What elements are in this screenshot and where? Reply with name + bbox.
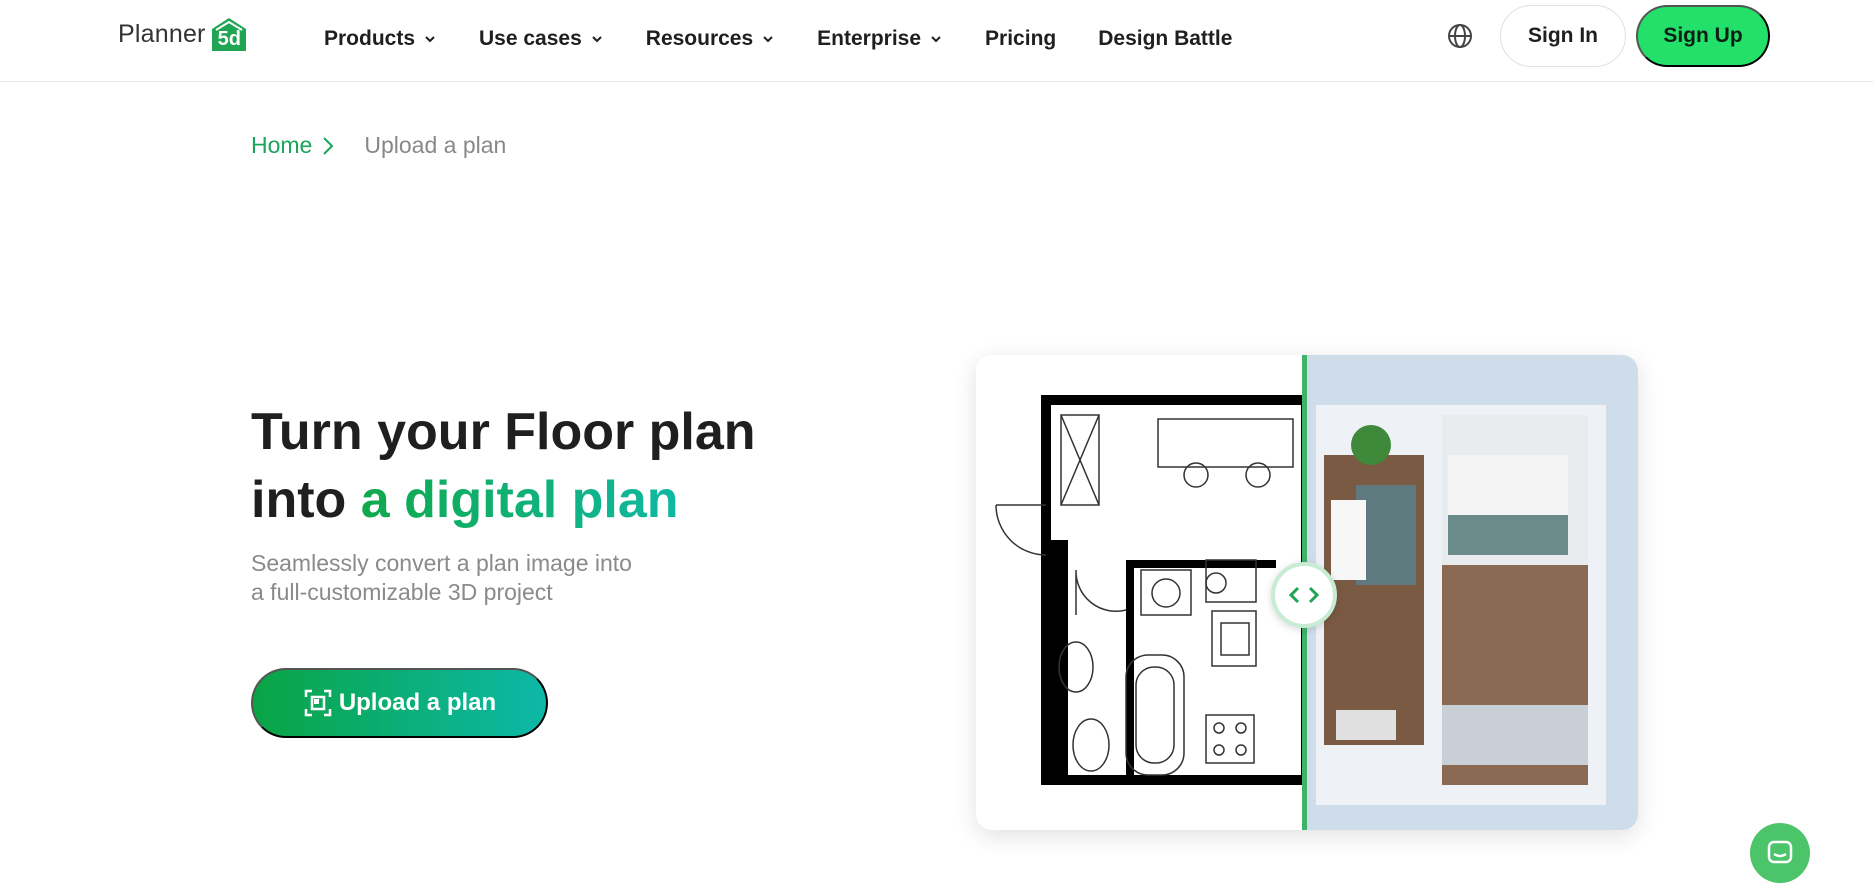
hero-title-prefix: into: [251, 471, 361, 529]
hero-title: Turn your Floor plan into a digital plan: [251, 398, 871, 534]
chevron-down-icon: [592, 36, 602, 43]
nav-design-battle-label: Design Battle: [1098, 27, 1233, 50]
breadcrumb-current: Upload a plan: [364, 132, 507, 158]
nav-enterprise[interactable]: Enterprise: [817, 27, 943, 51]
compare-slider-handle[interactable]: [1271, 562, 1337, 628]
nav-enterprise-label: Enterprise: [817, 27, 922, 50]
hero-subtitle-line1: Seamlessly convert a plan image into: [251, 550, 632, 576]
logo-house-icon: 5d: [210, 15, 248, 53]
logo-text: Planner: [118, 19, 206, 48]
chevron-down-icon: [425, 36, 435, 43]
chat-icon: [1767, 840, 1793, 864]
nav-products-label: Products: [324, 27, 416, 50]
hero-title-line1: Turn your Floor plan: [251, 403, 756, 461]
site-header: Planner 5d Products Use cases Resources …: [0, 0, 1873, 82]
nav-products[interactable]: Products: [324, 27, 437, 51]
main-nav: Products Use cases Resources Enterprise …: [324, 24, 1274, 54]
scan-upload-icon: [304, 689, 332, 717]
nav-use-cases-label: Use cases: [479, 27, 582, 50]
chevron-right-icon: [323, 136, 334, 155]
nav-pricing[interactable]: Pricing: [985, 27, 1056, 51]
upload-plan-label: Upload a plan: [338, 689, 497, 716]
chevron-down-icon: [763, 36, 773, 43]
nav-use-cases[interactable]: Use cases: [479, 27, 604, 51]
chevron-down-icon: [931, 36, 941, 43]
nav-design-battle[interactable]: Design Battle: [1098, 27, 1232, 51]
nav-pricing-label: Pricing: [985, 27, 1057, 50]
chat-support-button[interactable]: [1750, 823, 1810, 883]
planner5d-logo[interactable]: Planner 5d: [118, 14, 248, 54]
hero-subtitle: Seamlessly convert a plan image into a f…: [251, 549, 691, 607]
logo-mark-text: 5d: [217, 28, 241, 50]
hero-title-accent: a digital plan: [360, 471, 679, 529]
sign-up-button[interactable]: Sign Up: [1636, 5, 1770, 67]
nav-resources[interactable]: Resources: [646, 27, 775, 51]
chevron-left-right-icon: [1288, 586, 1320, 604]
nav-resources-label: Resources: [645, 27, 754, 50]
breadcrumb: Home Upload a plan: [251, 132, 506, 159]
globe-icon[interactable]: [1446, 22, 1474, 50]
breadcrumb-home-link[interactable]: Home: [251, 132, 312, 159]
hero-title-line2: into a digital plan: [251, 466, 871, 534]
hero-subtitle-line2: a full-customizable 3D project: [251, 579, 553, 605]
sign-in-button[interactable]: Sign In: [1500, 5, 1626, 67]
upload-plan-button[interactable]: Upload a plan: [251, 668, 548, 738]
